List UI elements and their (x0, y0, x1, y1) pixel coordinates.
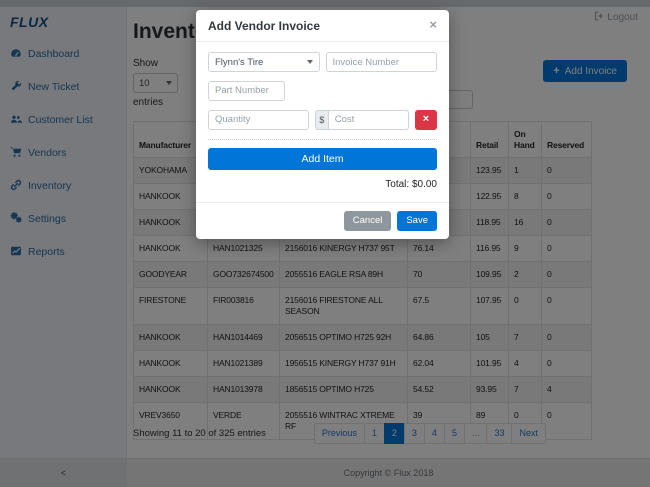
currency-prefix: $ (315, 110, 328, 130)
quantity-input[interactable] (208, 110, 309, 130)
part-number-input[interactable] (208, 81, 285, 101)
modal-footer: Cancel Save (196, 202, 449, 239)
chevron-down-icon (307, 60, 313, 64)
vendor-select[interactable]: Flynn's Tire (208, 52, 320, 72)
cost-input-group: $ (315, 110, 409, 130)
invoice-number-input[interactable] (326, 52, 438, 72)
cancel-button[interactable]: Cancel (344, 211, 392, 231)
modal-title: Add Vendor Invoice (208, 19, 320, 33)
remove-item-button[interactable]: × (415, 110, 437, 130)
save-button[interactable]: Save (397, 211, 437, 231)
modal-body: Flynn's Tire $ × Add Item Total: $0.00 (196, 42, 449, 202)
vendor-select-value: Flynn's Tire (215, 57, 263, 68)
x-icon: × (423, 113, 429, 125)
modal-header: Add Vendor Invoice × (196, 10, 449, 42)
add-item-button[interactable]: Add Item (208, 148, 437, 170)
add-vendor-invoice-modal: Add Vendor Invoice × Flynn's Tire $ × Ad… (196, 10, 449, 239)
invoice-total: Total: $0.00 (208, 179, 437, 190)
dotted-divider (208, 139, 437, 140)
close-icon[interactable]: × (429, 19, 437, 31)
cost-input[interactable] (328, 110, 409, 130)
